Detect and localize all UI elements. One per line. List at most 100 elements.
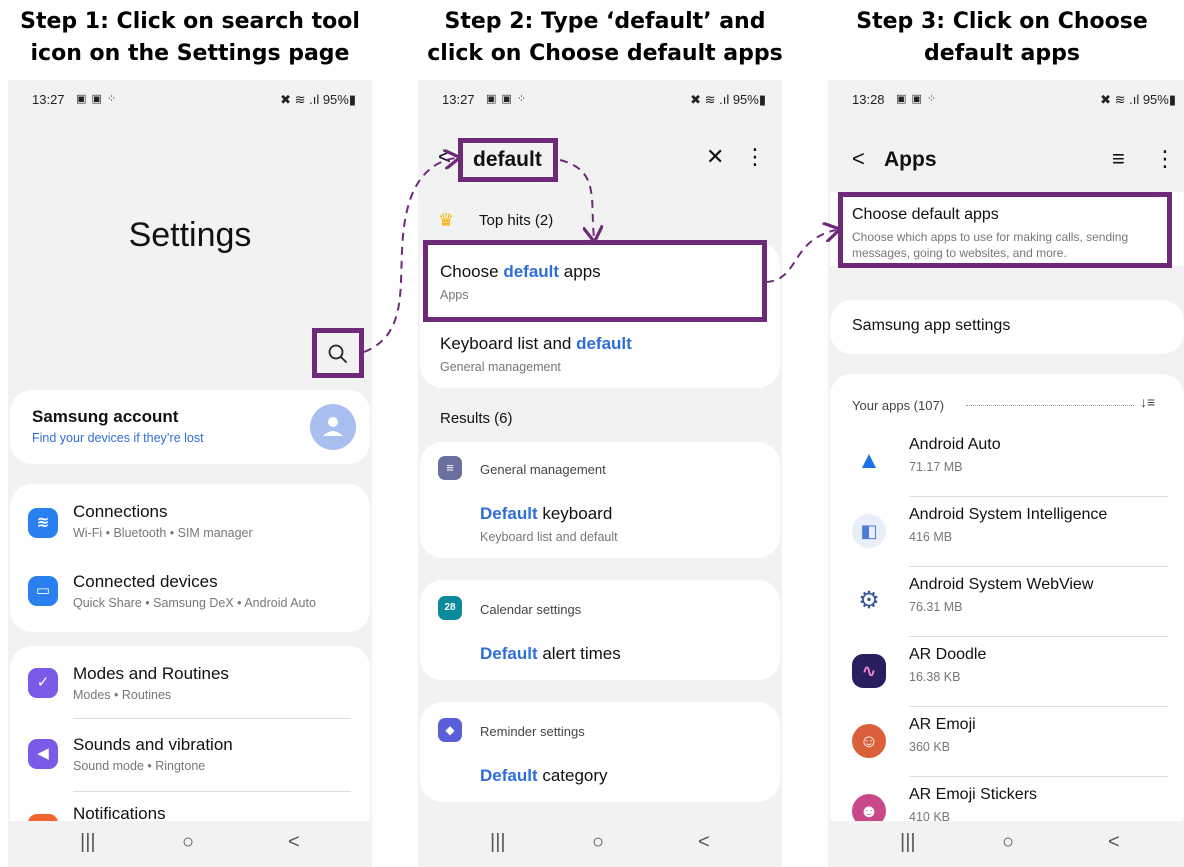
group-header: Calendar settings — [480, 602, 582, 617]
recent-apps-button[interactable]: ||| — [900, 831, 916, 854]
account-subtitle: Find your devices if they’re lost — [32, 431, 204, 445]
step-3-title: Step 3: Click on Choose default apps — [820, 6, 1184, 70]
app-name: AR Doodle — [909, 646, 987, 663]
app-size: 360 KB — [909, 740, 951, 754]
status-right: ✖ ≋ .ıl 95%▮ — [690, 92, 766, 107]
speaker-icon: ◀ — [28, 739, 58, 769]
samsung-account-card[interactable]: Samsung account Find your devices if the… — [10, 390, 370, 464]
home-button[interactable]: ○ — [592, 831, 604, 854]
status-time: 13:28 — [852, 92, 885, 107]
back-button[interactable]: < — [852, 146, 865, 172]
more-options-button[interactable]: ⋮ — [1154, 146, 1176, 172]
devices-icon: ▭ — [28, 576, 58, 606]
step-2-title-line1: Step 2: Type ‘default’ and — [444, 9, 766, 34]
back-button[interactable]: < — [438, 144, 451, 170]
status-time: 13:27 — [32, 92, 65, 107]
your-apps-label: Your apps (107) — [852, 398, 945, 413]
app-name: AR Emoji Stickers — [909, 786, 1038, 803]
app-list-item-ar-emoji[interactable]: ☺ AR Emoji 360 KB — [830, 710, 1184, 780]
check-circle-icon: ✓ — [28, 668, 58, 698]
apps-screen: 13:28 ▣ ▣ ⁘ ✖ ≋ .ıl 95%▮ < Apps ≡ ⋮ Choo… — [828, 80, 1184, 867]
clear-button[interactable]: ✕ — [706, 144, 724, 170]
ar-emoji-icon: ☺ — [852, 724, 886, 758]
app-size: 16.38 KB — [909, 670, 961, 684]
hit2-title: Keyboard list and default — [440, 334, 632, 354]
your-apps-card: Your apps (107) ↓≡ ▲ Android Auto 71.17 … — [830, 374, 1184, 834]
modes-subtitle: Modes • Routines — [73, 688, 172, 702]
samsung-app-settings-card[interactable]: Samsung app settings — [830, 300, 1184, 354]
app-name: AR Emoji — [909, 716, 976, 733]
status-indicators: ▣ ▣ ⁘ — [486, 93, 528, 105]
app-list-item-ar-doodle[interactable]: ∿ AR Doodle 16.38 KB — [830, 640, 1184, 710]
status-indicators: ▣ ▣ ⁘ — [76, 93, 118, 105]
choose-default-apps-highlight — [423, 240, 767, 322]
status-right: ✖ ≋ .ıl 95%▮ — [1100, 92, 1176, 107]
settings-item-connected-devices[interactable]: ▭ Connected devices Quick Share • Samsun… — [10, 556, 370, 628]
recent-apps-button[interactable]: ||| — [490, 831, 506, 854]
group1-post: alert times — [537, 644, 621, 663]
status-bar: 13:28 ▣ ▣ ⁘ ✖ ≋ .ıl 95%▮ — [828, 90, 1184, 110]
divider — [909, 776, 1168, 777]
home-button[interactable]: ○ — [1002, 831, 1014, 854]
avatar — [310, 404, 356, 450]
search-input[interactable]: default — [458, 138, 558, 182]
sounds-subtitle: Sound mode • Ringtone — [73, 759, 206, 773]
default-keyboard-result[interactable]: Default keyboard — [480, 504, 612, 524]
app-list-item-webview[interactable]: ⚙ Android System WebView 76.31 MB — [830, 570, 1184, 640]
divider — [909, 496, 1168, 497]
settings-screen: 13:27 ▣ ▣ ⁘ ✖ ≋ .ıl 95%▮ Settings Samsun… — [8, 80, 372, 867]
status-bar: 13:27 ▣ ▣ ⁘ ✖ ≋ .ıl 95%▮ — [418, 90, 782, 110]
back-button[interactable]: < — [1108, 831, 1120, 854]
recent-apps-button[interactable]: ||| — [80, 831, 96, 854]
samsung-app-settings-label: Samsung app settings — [852, 317, 1011, 334]
app-list-item-system-intelligence[interactable]: ◧ Android System Intelligence 416 MB — [830, 500, 1184, 570]
connections-title: Connections — [73, 502, 168, 521]
nav-bar: ||| ○ < — [8, 821, 372, 867]
app-list-item-android-auto[interactable]: ▲ Android Auto 71.17 MB — [830, 430, 1184, 500]
app-name: Android System WebView — [909, 576, 1094, 593]
dotted-divider — [966, 405, 1134, 406]
step-3-title-line2: default apps — [924, 41, 1080, 66]
account-title: Samsung account — [32, 407, 179, 426]
settings-item-sounds[interactable]: ◀ Sounds and vibration Sound mode • Ring… — [10, 719, 370, 791]
system-intelligence-icon: ◧ — [852, 514, 886, 548]
keyboard-default-result[interactable]: Keyboard list and default General manage… — [420, 316, 780, 388]
general-management-icon: ≡ — [438, 456, 462, 480]
app-name: Android Auto — [909, 436, 1001, 453]
result-group-reminder: ◆ Reminder settings Default category — [420, 702, 780, 802]
sort-icon[interactable]: ↓≡ — [1140, 394, 1155, 410]
nav-bar: ||| ○ < — [418, 821, 782, 867]
group0-accent: Default — [480, 504, 538, 523]
divider — [909, 566, 1168, 567]
result-group-general: ≡ General management Default keyboard Ke… — [420, 442, 780, 558]
choose-default-apps-highlight — [838, 192, 1172, 268]
calendar-icon: 28 — [438, 596, 462, 620]
wifi-icon: ≋ — [28, 508, 58, 538]
default-alert-times-result[interactable]: Default alert times — [480, 644, 621, 664]
settings-group-1: ≋ Connections Wi-Fi • Bluetooth • SIM ma… — [10, 484, 370, 632]
step-2-title-line2: click on Choose default apps — [427, 41, 783, 66]
more-options-button[interactable]: ⋮ — [744, 144, 766, 170]
group-header: General management — [480, 462, 606, 477]
person-icon — [323, 417, 343, 436]
modes-title: Modes and Routines — [73, 664, 229, 683]
back-button[interactable]: < — [288, 831, 300, 854]
back-button[interactable]: < — [698, 831, 710, 854]
default-category-result[interactable]: Default category — [480, 766, 608, 786]
step-3-title-line1: Step 3: Click on Choose — [856, 9, 1148, 34]
step-2-title: Step 2: Type ‘default’ and click on Choo… — [400, 6, 810, 70]
group2-accent: Default — [480, 766, 538, 785]
app-size: 71.17 MB — [909, 460, 963, 474]
sounds-title: Sounds and vibration — [73, 735, 233, 754]
step-1-title-line2: icon on the Settings page — [30, 41, 350, 66]
search-highlight — [312, 328, 364, 378]
hit2-accent: default — [576, 334, 632, 353]
group0-subtitle: Keyboard list and default — [480, 530, 618, 544]
group2-post: category — [537, 766, 608, 785]
settings-item-connections[interactable]: ≋ Connections Wi-Fi • Bluetooth • SIM ma… — [10, 484, 370, 556]
step-1-title: Step 1: Click on search tool icon on the… — [0, 6, 380, 70]
home-button[interactable]: ○ — [182, 831, 194, 854]
search-filter-icon[interactable]: ≡ — [1112, 146, 1125, 172]
settings-item-modes-routines[interactable]: ✓ Modes and Routines Modes • Routines — [10, 646, 370, 718]
reminder-bell-icon: ◆ — [438, 718, 462, 742]
